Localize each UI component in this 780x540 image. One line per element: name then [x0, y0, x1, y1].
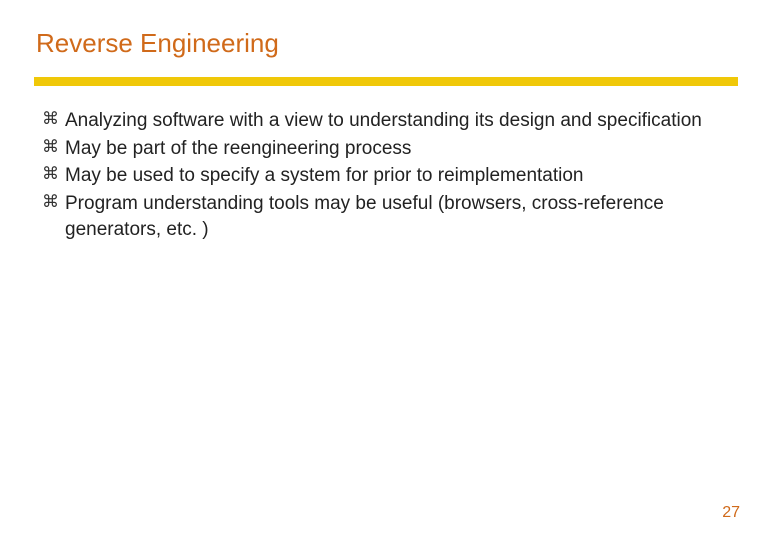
- list-item: ⌘ Program understanding tools may be use…: [42, 191, 740, 242]
- bullet-text: Analyzing software with a view to unders…: [65, 108, 702, 134]
- bullet-icon: ⌘: [42, 191, 59, 214]
- bullet-list: ⌘ Analyzing software with a view to unde…: [40, 108, 740, 242]
- bullet-icon: ⌘: [42, 163, 59, 186]
- bullet-text: Program understanding tools may be usefu…: [65, 191, 705, 242]
- list-item: ⌘ Analyzing software with a view to unde…: [42, 108, 740, 134]
- page-number: 27: [722, 504, 740, 522]
- bullet-icon: ⌘: [42, 136, 59, 159]
- bullet-icon: ⌘: [42, 108, 59, 131]
- slide: Reverse Engineering ⌘ Analyzing software…: [0, 0, 780, 540]
- divider-bar: [34, 77, 738, 86]
- list-item: ⌘ May be part of the reengineering proce…: [42, 136, 740, 162]
- bullet-text: May be part of the reengineering process: [65, 136, 411, 162]
- list-item: ⌘ May be used to specify a system for pr…: [42, 163, 740, 189]
- bullet-text: May be used to specify a system for prio…: [65, 163, 584, 189]
- slide-title: Reverse Engineering: [36, 28, 740, 59]
